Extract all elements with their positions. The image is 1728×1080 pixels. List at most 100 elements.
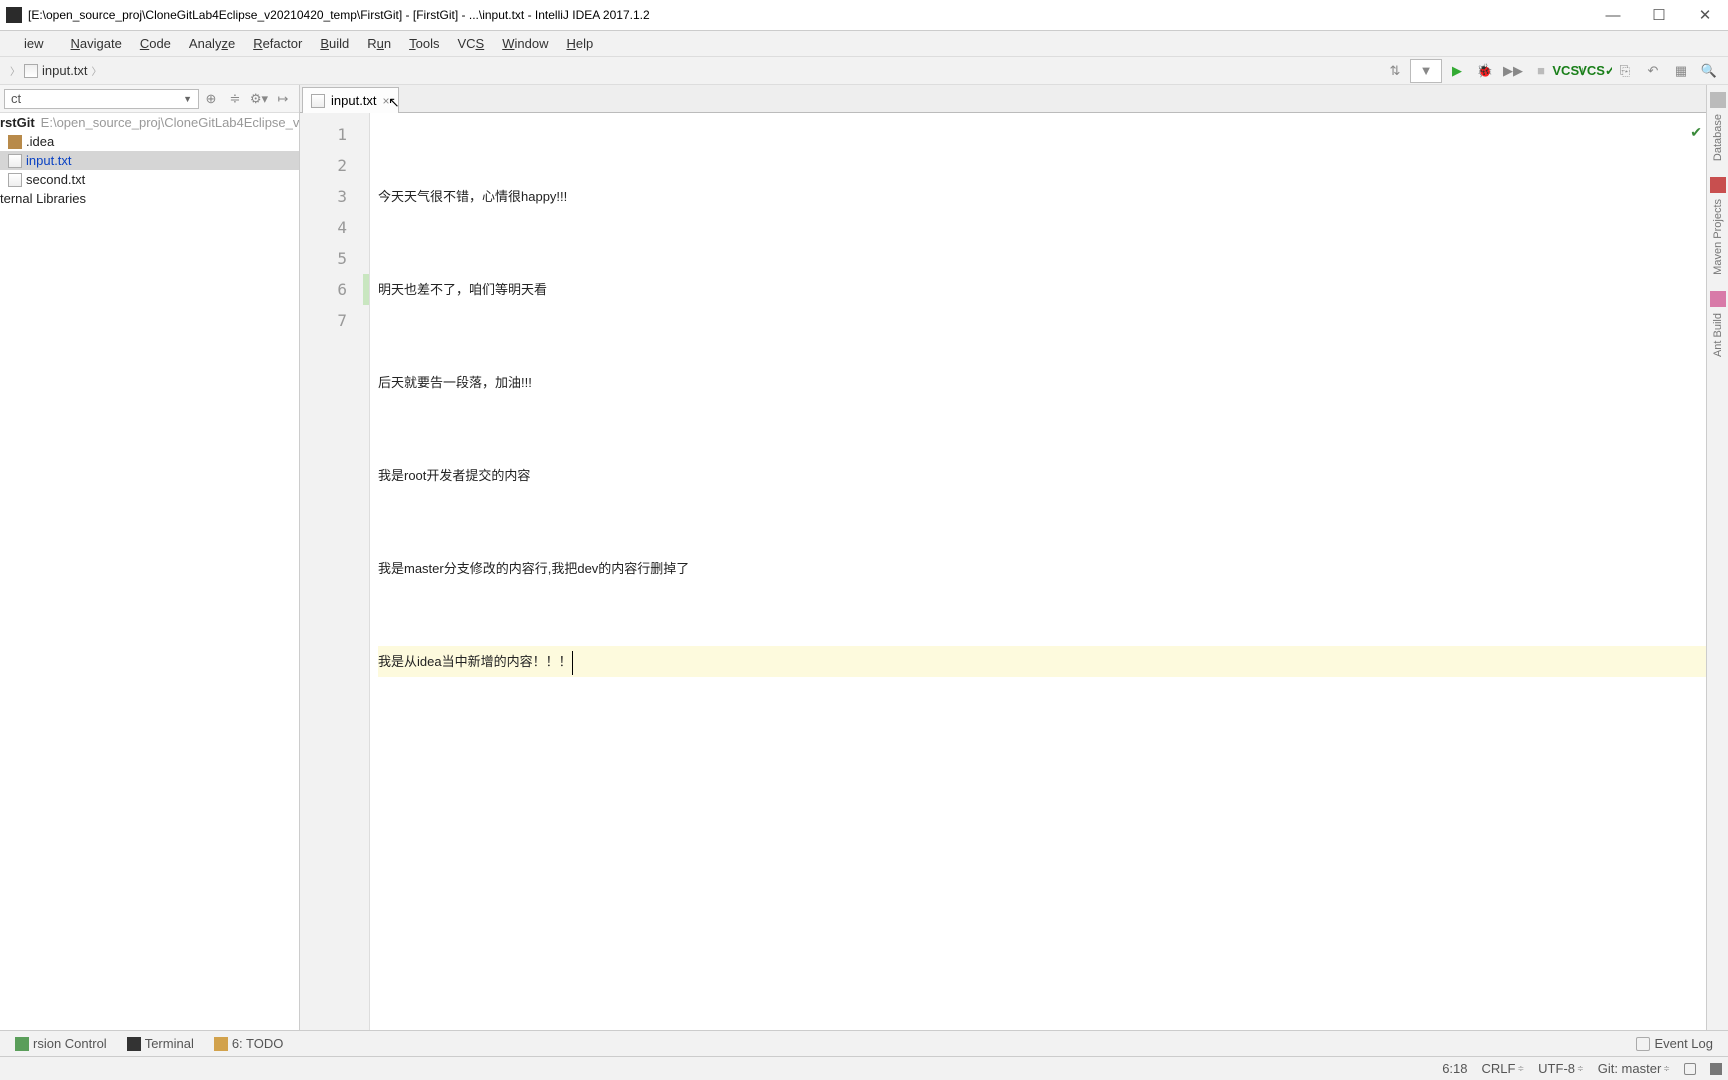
git-branch[interactable]: Git: master≑ (1598, 1061, 1670, 1076)
menu-build[interactable]: Build (311, 33, 358, 54)
chevron-down-icon: ▼ (183, 94, 192, 104)
chevron-right-icon: 〉 (92, 63, 102, 78)
line-number[interactable]: 6 (300, 274, 369, 305)
run-coverage-button[interactable]: ▶▶ (1500, 59, 1526, 83)
menu-help[interactable]: Help (557, 33, 602, 54)
event-log-icon (1636, 1037, 1650, 1051)
project-view-selector[interactable]: ct ▼ (4, 89, 199, 109)
text-file-icon (8, 173, 22, 187)
code-line[interactable]: 后天就要告一段落，加油!!! (378, 367, 1706, 398)
vcs-history-button[interactable]: ⎘ (1612, 59, 1638, 83)
todo-label: 6: TODO (232, 1036, 284, 1051)
code-area[interactable]: 今天天气很不错，心情很happy!!! 明天也差不了，咱们等明天看 后天就要告一… (370, 113, 1706, 1030)
menu-bar: iew Navigate Code Analyze Refactor Build… (0, 31, 1728, 57)
read-only-toggle-icon[interactable] (1684, 1063, 1696, 1075)
line-number[interactable]: 5 (300, 243, 369, 274)
project-tree[interactable]: rstGit E:\open_source_proj\CloneGitLab4E… (0, 113, 299, 1030)
maven-tool-button[interactable]: Maven Projects (1709, 174, 1727, 282)
todo-tool-button[interactable]: 6: TODO (205, 1033, 293, 1054)
menu-refactor[interactable]: Refactor (244, 33, 311, 54)
hide-button[interactable]: ↦ (271, 88, 295, 110)
project-header: ct ▼ ⊕ ≑ ⚙▾ ↦ (0, 85, 299, 113)
search-everywhere-button[interactable]: 🔍 (1696, 59, 1722, 83)
code-line[interactable]: 今天天气很不错，心情很happy!!! (378, 181, 1706, 212)
project-root-path: E:\open_source_proj\CloneGitLab4Eclipse_… (41, 115, 299, 130)
gutter[interactable]: 1 2 3 4 5 6 7 (300, 113, 370, 1030)
menu-navigate[interactable]: Navigate (62, 33, 131, 54)
vcs-commit-button[interactable]: VCS✓ (1584, 59, 1610, 83)
chevron-right-icon: 〉 (10, 63, 20, 78)
maximize-button[interactable]: ☐ (1636, 0, 1682, 31)
debug-button[interactable]: 🐞 (1472, 59, 1498, 83)
line-number[interactable]: 2 (300, 150, 369, 181)
menu-tools[interactable]: Tools (400, 33, 448, 54)
external-libraries-node[interactable]: ternal Libraries (0, 189, 299, 208)
tree-item-label: second.txt (26, 172, 85, 187)
tree-file-second[interactable]: second.txt (0, 170, 299, 189)
line-number[interactable]: 4 (300, 212, 369, 243)
breadcrumb-label: input.txt (42, 63, 88, 78)
code-line[interactable]: 我是root开发者提交的内容 (378, 460, 1706, 491)
close-window-button[interactable]: ✕ (1682, 0, 1728, 31)
line-number[interactable]: 3 (300, 181, 369, 212)
menu-run[interactable]: Run (358, 33, 400, 54)
text-file-icon (311, 94, 325, 108)
menu-window[interactable]: Window (493, 33, 557, 54)
file-encoding[interactable]: UTF-8≑ (1538, 1061, 1584, 1076)
window-title: [E:\open_source_proj\CloneGitLab4Eclipse… (28, 8, 1590, 22)
title-bar: [E:\open_source_proj\CloneGitLab4Eclipse… (0, 0, 1728, 31)
text-file-icon (24, 64, 38, 78)
terminal-tool-button[interactable]: Terminal (118, 1033, 203, 1054)
version-control-label: rsion Control (33, 1036, 107, 1051)
code-line[interactable]: 明天也差不了，咱们等明天看 (378, 274, 1706, 305)
line-number[interactable]: 7 (300, 305, 369, 336)
code-line[interactable]: 我是从idea当中新增的内容！！！ (378, 646, 1706, 677)
project-root-name: rstGit (0, 115, 35, 130)
project-structure-button[interactable]: ▦ (1668, 59, 1694, 83)
line-number[interactable]: 1 (300, 119, 369, 150)
code-line[interactable] (378, 739, 1706, 770)
settings-gear-icon[interactable]: ⚙▾ (247, 88, 271, 110)
code-line[interactable]: 我是master分支修改的内容行,我把dev的内容行删掉了 (378, 553, 1706, 584)
breadcrumb-file[interactable]: input.txt (24, 63, 88, 78)
tree-item-label: .idea (26, 134, 54, 149)
todo-icon (214, 1037, 228, 1051)
menu-vcs[interactable]: VCS (448, 33, 493, 54)
app-icon (6, 7, 22, 23)
run-config-dropdown[interactable]: ▼ (1410, 59, 1442, 83)
menu-analyze[interactable]: Analyze (180, 33, 244, 54)
tree-folder-idea[interactable]: .idea (0, 132, 299, 151)
editor-tab-label: input.txt (331, 93, 377, 108)
main-panel: ct ▼ ⊕ ≑ ⚙▾ ↦ rstGit E:\open_source_proj… (0, 85, 1728, 1030)
main-toolbar: ⇅ ▼ ▶ 🐞 ▶▶ ■ VCS↓ VCS✓ ⎘ ↶ ▦ 🔍 (1382, 59, 1722, 83)
collapse-all-button[interactable]: ≑ (223, 88, 247, 110)
stop-button[interactable]: ■ (1528, 59, 1554, 83)
version-control-tool-button[interactable]: rsion Control (6, 1033, 116, 1054)
menu-view[interactable]: iew (6, 33, 62, 54)
hector-icon[interactable] (1710, 1063, 1722, 1075)
menu-code[interactable]: Code (131, 33, 180, 54)
maven-label: Maven Projects (1712, 195, 1724, 279)
vcs-revert-button[interactable]: ↶ (1640, 59, 1666, 83)
inspection-ok-icon[interactable]: ✔ (1690, 117, 1702, 148)
window-controls: — ☐ ✕ (1590, 0, 1728, 31)
bottom-tool-strip: rsion Control Terminal 6: TODO Event Log (0, 1030, 1728, 1056)
database-tool-button[interactable]: Database (1709, 89, 1727, 168)
minimize-button[interactable]: — (1590, 0, 1636, 31)
editor-tab-input[interactable]: input.txt × (302, 87, 399, 113)
ant-label: Ant Build (1712, 309, 1724, 361)
tree-file-input[interactable]: input.txt (0, 151, 299, 170)
ant-tool-button[interactable]: Ant Build (1709, 288, 1727, 364)
run-button[interactable]: ▶ (1444, 59, 1470, 83)
event-log-button[interactable]: Event Log (1627, 1033, 1722, 1054)
caret-position[interactable]: 6:18 (1442, 1061, 1467, 1076)
breadcrumb: 〉 input.txt 〉 (6, 63, 106, 78)
sync-button[interactable]: ⇅ (1382, 59, 1408, 83)
external-libraries-label: ternal Libraries (0, 191, 86, 206)
line-separator[interactable]: CRLF≑ (1482, 1061, 1525, 1076)
project-root-node[interactable]: rstGit E:\open_source_proj\CloneGitLab4E… (0, 113, 299, 132)
scroll-from-source-button[interactable]: ⊕ (199, 88, 223, 110)
close-tab-icon[interactable]: × (383, 94, 390, 108)
project-view-label: ct (11, 91, 21, 106)
database-icon (1710, 92, 1726, 108)
